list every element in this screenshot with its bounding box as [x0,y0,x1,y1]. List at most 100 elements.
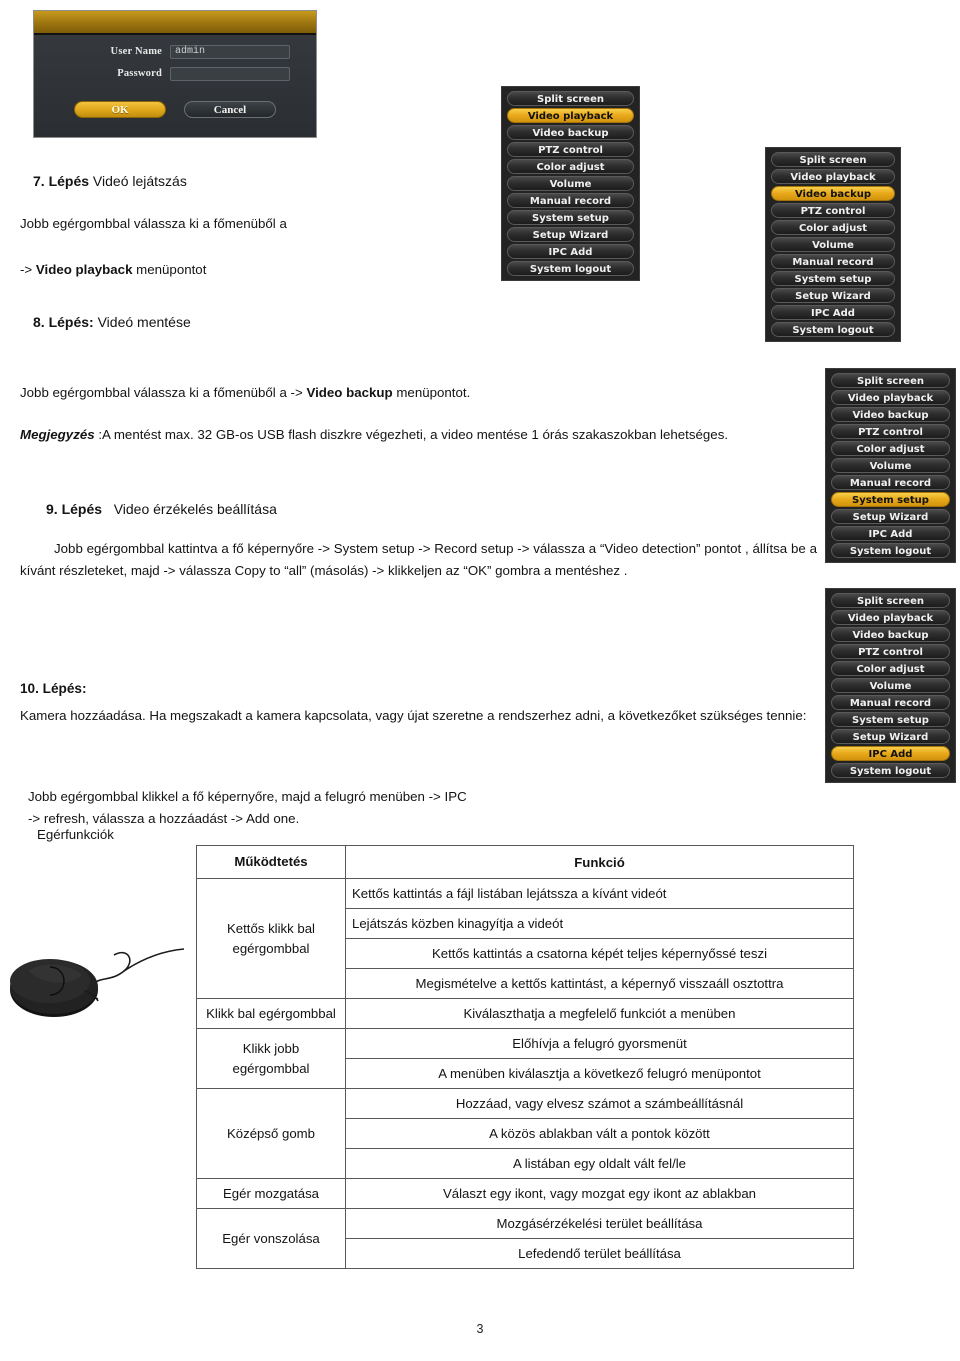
step-8-title: Videó mentése [97,314,191,330]
menu-item-ipc-add[interactable]: IPC Add [771,305,895,320]
menu-item-manual-record[interactable]: Manual record [771,254,895,269]
cell-function: Mozgásérzékelési terület beállítása [345,1208,854,1239]
menu-item-video-backup[interactable]: Video backup [507,125,634,140]
dvr-menu-screenshot-2: Split screen Video playback Video backup PT… [765,147,901,342]
menu-item-split-screen[interactable]: Split screen [831,593,950,608]
menu-item-setup-wizard[interactable]: Setup Wizard [831,729,950,744]
step-9-heading: 9. Lépés Video érzékelés beállítása [46,498,277,521]
username-label: User Name [110,46,162,57]
cell-operation: Középső gomb [196,1088,346,1179]
cell-operation: Klikk jobb egérgombbal [196,1028,346,1089]
table-row: Egér mozgatása Választ egy ikont, vagy mo… [196,1178,854,1209]
step-10-line-1: Kamera hozzáadása. Ha megszakadt a kamer… [20,708,807,723]
menu-item-system-logout[interactable]: System logout [831,763,950,778]
menu-item-ptz-control[interactable]: PTZ control [507,142,634,157]
cell-function: Lefedendő terület beállítása [345,1238,854,1269]
dvr-menu-screenshot-4: Split screen Video playback Video backup PT… [825,588,956,783]
cell-function: Lejátszás közben kinagyítja a videót [345,908,854,939]
step-8-note: Megjegyzés :A mentést max. 32 GB-os USB … [20,424,820,446]
menu-item-setup-wizard[interactable]: Setup Wizard [771,288,895,303]
step-7-number: 7. Lépés [33,173,90,189]
password-row: Password [34,65,316,82]
cell-operation: Egér vonszolása [196,1208,346,1269]
menu-item-system-setup[interactable]: System setup [831,712,950,727]
menu-item-ptz-control[interactable]: PTZ control [831,424,950,439]
menu-item-video-playback[interactable]: Video playback [507,108,634,123]
cell-function: A listában egy oldalt vált fel/le [345,1148,854,1179]
menu-item-ptz-control[interactable]: PTZ control [831,644,950,659]
menu-item-volume[interactable]: Volume [507,176,634,191]
step-7-line-1: Jobb egérgombbal válassza ki a főmenüből… [20,216,287,231]
password-input[interactable] [170,66,290,81]
table-row: Kettős klikk bal egérgombbal Kettős katti… [196,878,854,999]
mouse-functions-label: Egérfunkciók [37,827,114,842]
cell-function: A közös ablakban vált a pontok között [345,1118,854,1149]
cell-function: Kettős kattintás a csatorna képét teljes… [345,938,854,969]
menu-item-ipc-add[interactable]: IPC Add [831,526,950,541]
menu-item-color-adjust[interactable]: Color adjust [831,441,950,456]
step-8-line-1-suffix: menüpontot. [392,385,471,400]
step-9-number: 9. Lépés [46,501,103,517]
step-9-title: Video érzékelés beállítása [113,501,277,517]
dvr-menu-screenshot-1: Split screen Video playback Video backup PT… [501,86,640,281]
menu-item-volume[interactable]: Volume [831,458,950,473]
menu-item-system-setup[interactable]: System setup [831,492,950,507]
dialog-titlebar [34,11,316,35]
menu-item-system-setup[interactable]: System setup [507,210,634,225]
menu-item-manual-record[interactable]: Manual record [831,695,950,710]
menu-item-color-adjust[interactable]: Color adjust [771,220,895,235]
cell-function: A menüben kiválasztja a következő felugr… [345,1058,854,1089]
menu-item-video-playback[interactable]: Video playback [831,390,950,405]
menu-item-color-adjust[interactable]: Color adjust [831,661,950,676]
step-8-note-label: Megjegyzés [20,427,95,442]
menu-item-color-adjust[interactable]: Color adjust [507,159,634,174]
cell-function: Előhívja a felugró gyorsmenüt [345,1028,854,1059]
menu-item-system-setup[interactable]: System setup [771,271,895,286]
table-row: Középső gomb Hozzáad, vagy elvesz számot … [196,1088,854,1179]
menu-item-system-logout[interactable]: System logout [507,261,634,276]
step-8-heading: 8. Lépés: Videó mentése [33,311,191,334]
cell-function: Hozzáad, vagy elvesz számot a számbeállí… [345,1088,854,1119]
table-row: Klikk bal egérgombbal Kiválaszthatja a me… [196,998,854,1029]
ok-button[interactable]: OK [74,101,166,118]
menu-item-ipc-add[interactable]: IPC Add [507,244,634,259]
menu-item-setup-wizard[interactable]: Setup Wizard [507,227,634,242]
menu-item-ipc-add[interactable]: IPC Add [831,746,950,761]
cell-operation: Klikk bal egérgombbal [196,998,346,1029]
dvr-menu-screenshot-3: Split screen Video playback Video backup PT… [825,368,956,563]
login-dialog-screenshot: User Name admin Password OK Cancel [33,10,317,138]
menu-item-video-playback[interactable]: Video playback [831,610,950,625]
menu-item-split-screen[interactable]: Split screen [771,152,895,167]
password-label: Password [117,68,162,79]
table-row: Klikk jobb egérgombbal Előhívja a felugró… [196,1028,854,1089]
menu-item-split-screen[interactable]: Split screen [831,373,950,388]
step-7-title: Videó lejátszás [92,173,187,189]
menu-item-video-backup[interactable]: Video backup [831,407,950,422]
menu-item-split-screen[interactable]: Split screen [507,91,634,106]
menu-item-setup-wizard[interactable]: Setup Wizard [831,509,950,524]
cell-operation: Egér mozgatása [196,1178,346,1209]
header-function: Funkció [345,845,854,879]
computer-mouse-icon [10,948,185,1017]
menu-item-system-logout[interactable]: System logout [831,543,950,558]
step-9-body-text: Jobb egérgombbal kattintva a fő képernyő… [20,541,817,578]
menu-item-volume[interactable]: Volume [831,678,950,693]
cell-function: Választ egy ikont, vagy mozgat egy ikont… [345,1178,854,1209]
cell-function: Megismételve a kettős kattintást, a képe… [345,968,854,999]
cell-function: Kiválaszthatja a megfelelő funkciót a me… [345,998,854,1029]
menu-item-video-backup[interactable]: Video backup [831,627,950,642]
menu-item-manual-record[interactable]: Manual record [831,475,950,490]
menu-item-system-logout[interactable]: System logout [771,322,895,337]
menu-item-ptz-control[interactable]: PTZ control [771,203,895,218]
menu-item-manual-record[interactable]: Manual record [507,193,634,208]
mouse-function-table: Működtetés Funkció Kettős klikk bal egér… [196,845,854,1269]
page-number: 3 [476,1322,484,1336]
cancel-button[interactable]: Cancel [184,101,276,118]
table-header-row: Működtetés Funkció [196,845,854,879]
step-10-heading: 10. Lépés: [20,681,87,696]
step-7-heading: 7. Lépés Videó lejátszás [33,170,187,193]
menu-item-video-backup[interactable]: Video backup [771,186,895,201]
username-input[interactable]: admin [170,44,290,59]
menu-item-volume[interactable]: Volume [771,237,895,252]
menu-item-video-playback[interactable]: Video playback [771,169,895,184]
